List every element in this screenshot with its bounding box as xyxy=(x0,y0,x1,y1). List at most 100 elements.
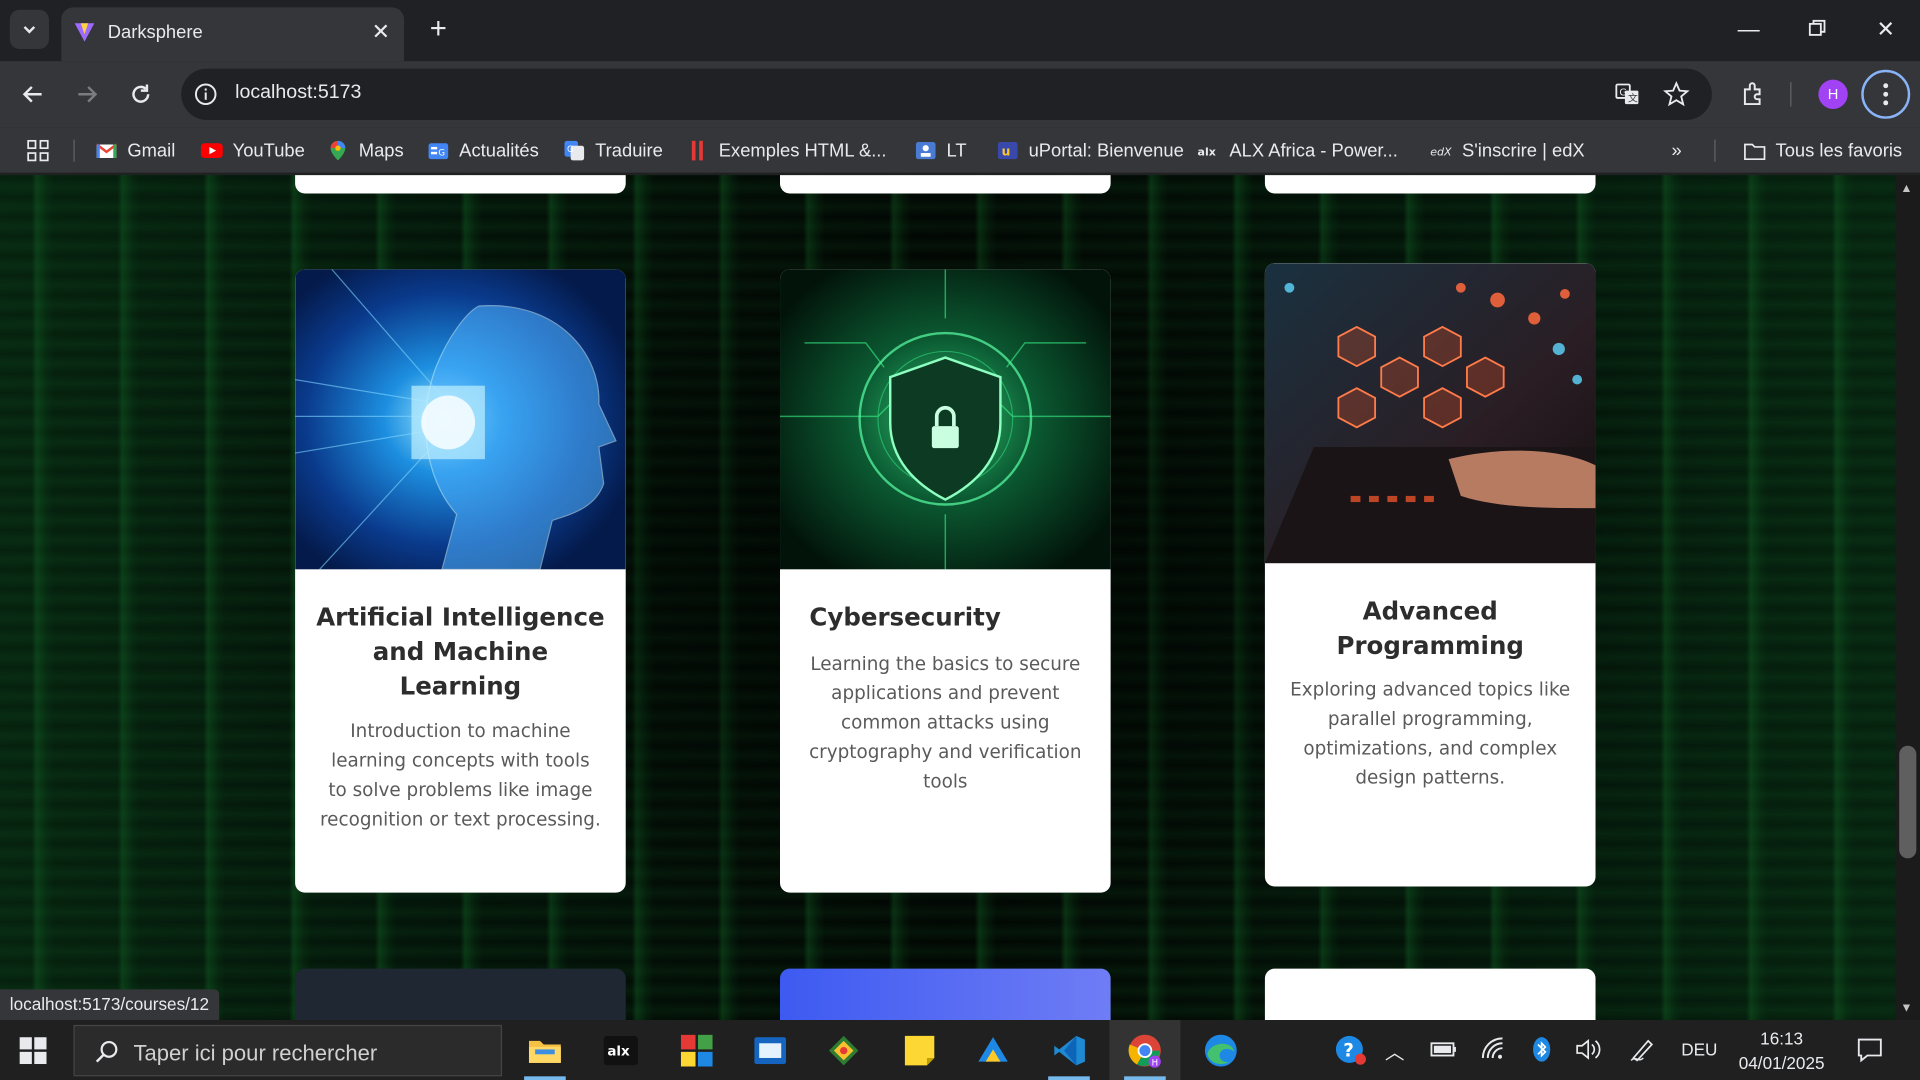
notifications-icon[interactable] xyxy=(1856,1036,1883,1063)
folder-icon xyxy=(528,1040,561,1063)
course-title: Advanced Programming xyxy=(1336,596,1524,661)
course-card-partial[interactable] xyxy=(1264,175,1596,194)
apps-grid-icon[interactable] xyxy=(27,139,49,162)
svg-text:?: ? xyxy=(1343,1041,1354,1062)
news-icon xyxy=(754,1036,787,1064)
reload-button[interactable] xyxy=(122,76,159,113)
site-info-icon[interactable] xyxy=(193,82,217,106)
battery-icon[interactable] xyxy=(1430,1036,1457,1063)
bookmark-maps[interactable]: Maps xyxy=(327,138,404,162)
page-scrollbar[interactable]: ▲ ▼ xyxy=(1895,175,1920,1021)
system-clock[interactable]: 16:13 04/01/2025 xyxy=(1727,1026,1837,1075)
translate-page-icon[interactable]: G文 xyxy=(1614,81,1641,108)
chevron-down-icon xyxy=(23,26,36,34)
taskbar-file-explorer[interactable] xyxy=(509,1020,580,1080)
app-grid-icon xyxy=(680,1034,713,1066)
bookmark-star-icon[interactable] xyxy=(1663,80,1690,108)
translate-icon: G xyxy=(564,140,585,161)
volume-icon[interactable] xyxy=(1575,1036,1602,1063)
course-card-partial[interactable] xyxy=(1264,968,1596,1021)
taskbar-news[interactable] xyxy=(735,1020,806,1080)
restore-button[interactable] xyxy=(1800,12,1834,46)
svg-text:u: u xyxy=(1002,145,1011,159)
arrow-left-icon xyxy=(22,86,42,103)
arrow-right-icon xyxy=(78,86,98,103)
svg-text:文: 文 xyxy=(1628,92,1638,105)
taskbar-app-colorful[interactable] xyxy=(661,1020,732,1080)
maps-icon xyxy=(330,140,346,161)
course-card-cybersecurity[interactable]: Cybersecurity Learning the basics to sec… xyxy=(780,269,1111,893)
bookmark-exemples-html[interactable]: Exemples HTML &... xyxy=(687,138,887,162)
restore-icon xyxy=(1808,19,1826,36)
browser-menu-button[interactable] xyxy=(1861,69,1911,119)
bookmark-divider xyxy=(1714,139,1716,162)
svg-text:G: G xyxy=(567,145,574,155)
minimize-button[interactable]: — xyxy=(1731,12,1765,46)
search-placeholder: Taper ici pour rechercher xyxy=(133,1040,378,1066)
bookmark-traduire[interactable]: G Traduire xyxy=(563,138,663,162)
course-card-partial[interactable] xyxy=(780,968,1111,1021)
scroll-down-arrow-icon[interactable]: ▼ xyxy=(1900,1002,1912,1015)
bookmark-alx-africa[interactable]: alx ALX Africa - Power... xyxy=(1198,138,1398,162)
code-editor-icon xyxy=(978,1036,1008,1062)
course-card-partial[interactable] xyxy=(780,175,1111,194)
search-icon xyxy=(95,1040,118,1063)
extensions-icon[interactable] xyxy=(1739,80,1768,109)
back-button[interactable] xyxy=(15,76,52,113)
scroll-up-arrow-icon[interactable]: ▲ xyxy=(1900,182,1912,195)
taskbar-chrome[interactable]: H xyxy=(1109,1020,1181,1080)
forward-button[interactable] xyxy=(69,76,106,113)
taskbar-vscode[interactable] xyxy=(1033,1020,1104,1080)
tab-darksphere[interactable]: Darksphere ✕ xyxy=(61,7,405,62)
course-description: Learning the basics to secure applicatio… xyxy=(809,652,1082,793)
scroll-thumb[interactable] xyxy=(1899,745,1917,859)
reload-icon xyxy=(132,84,150,103)
url-text[interactable]: localhost:5173 xyxy=(235,82,361,104)
close-window-button[interactable]: ✕ xyxy=(1869,12,1903,46)
svg-text:H: H xyxy=(1152,1058,1158,1068)
taskbar-alx[interactable]: alx xyxy=(585,1020,656,1080)
bookmark-uportal[interactable]: u uPortal: Bienvenue xyxy=(997,138,1184,162)
profile-avatar[interactable]: H xyxy=(1818,79,1848,109)
course-card-partial[interactable] xyxy=(295,968,626,1021)
wifi-icon[interactable] xyxy=(1479,1036,1506,1063)
tab-search-button[interactable] xyxy=(9,9,49,49)
chevron-double-right-icon: » xyxy=(1671,140,1682,162)
browser-toolbar: localhost:5173 G文 H xyxy=(0,61,1920,128)
windows-taskbar: Taper ici pour rechercher alx H ? ︿ DEU … xyxy=(0,1020,1920,1080)
taskbar-search[interactable]: Taper ici pour rechercher xyxy=(73,1024,503,1077)
bookmark-icon xyxy=(691,140,703,161)
tab-strip: Darksphere ✕ + — ✕ xyxy=(0,0,1920,62)
taskbar-ide[interactable] xyxy=(958,1020,1029,1080)
link-status-tooltip: localhost:5173/courses/12 xyxy=(0,989,219,1021)
tab-title: Darksphere xyxy=(107,22,203,43)
address-bar[interactable]: localhost:5173 G文 xyxy=(181,68,1712,121)
all-bookmarks-folder[interactable]: Tous les favoris xyxy=(1744,138,1902,162)
windows-start-icon[interactable] xyxy=(19,1037,47,1065)
input-language[interactable]: DEU xyxy=(1681,1040,1717,1060)
taskbar-sticky-notes[interactable] xyxy=(884,1020,955,1080)
bookmark-edx[interactable]: edX S'inscrire | edX xyxy=(1430,138,1584,162)
bluetooth-icon[interactable] xyxy=(1528,1036,1555,1063)
show-hidden-icons-chevron-up-icon[interactable]: ︿ xyxy=(1385,1036,1405,1065)
more-bookmarks-button[interactable]: » xyxy=(1671,138,1681,162)
taskbar-snipping[interactable] xyxy=(808,1020,879,1080)
pen-icon[interactable] xyxy=(1629,1036,1656,1063)
toolbar-divider xyxy=(1790,82,1792,107)
bookmark-lt[interactable]: LT xyxy=(915,138,967,162)
bookmark-icon: u xyxy=(997,142,1018,160)
bookmark-icon xyxy=(915,142,936,160)
new-tab-button[interactable]: + xyxy=(421,12,455,46)
svg-text:G: G xyxy=(438,149,445,159)
bookmark-actualites[interactable]: G Actualités xyxy=(427,138,539,162)
bookmark-youtube[interactable]: YouTube xyxy=(200,138,305,162)
taskbar-edge[interactable] xyxy=(1185,1020,1256,1080)
help-icon[interactable]: ? xyxy=(1335,1033,1367,1065)
tab-close-icon[interactable]: ✕ xyxy=(367,18,394,45)
course-card-advanced-programming[interactable]: Advanced Programming Exploring advanced … xyxy=(1264,263,1596,887)
course-card-ai[interactable]: Artificial Intelligence and Machine Lear… xyxy=(295,269,626,893)
programming-laptop-image xyxy=(1264,263,1596,564)
bookmark-gmail[interactable]: Gmail xyxy=(96,138,175,162)
course-card-partial[interactable] xyxy=(295,175,626,194)
chrome-icon: H xyxy=(1128,1034,1161,1068)
